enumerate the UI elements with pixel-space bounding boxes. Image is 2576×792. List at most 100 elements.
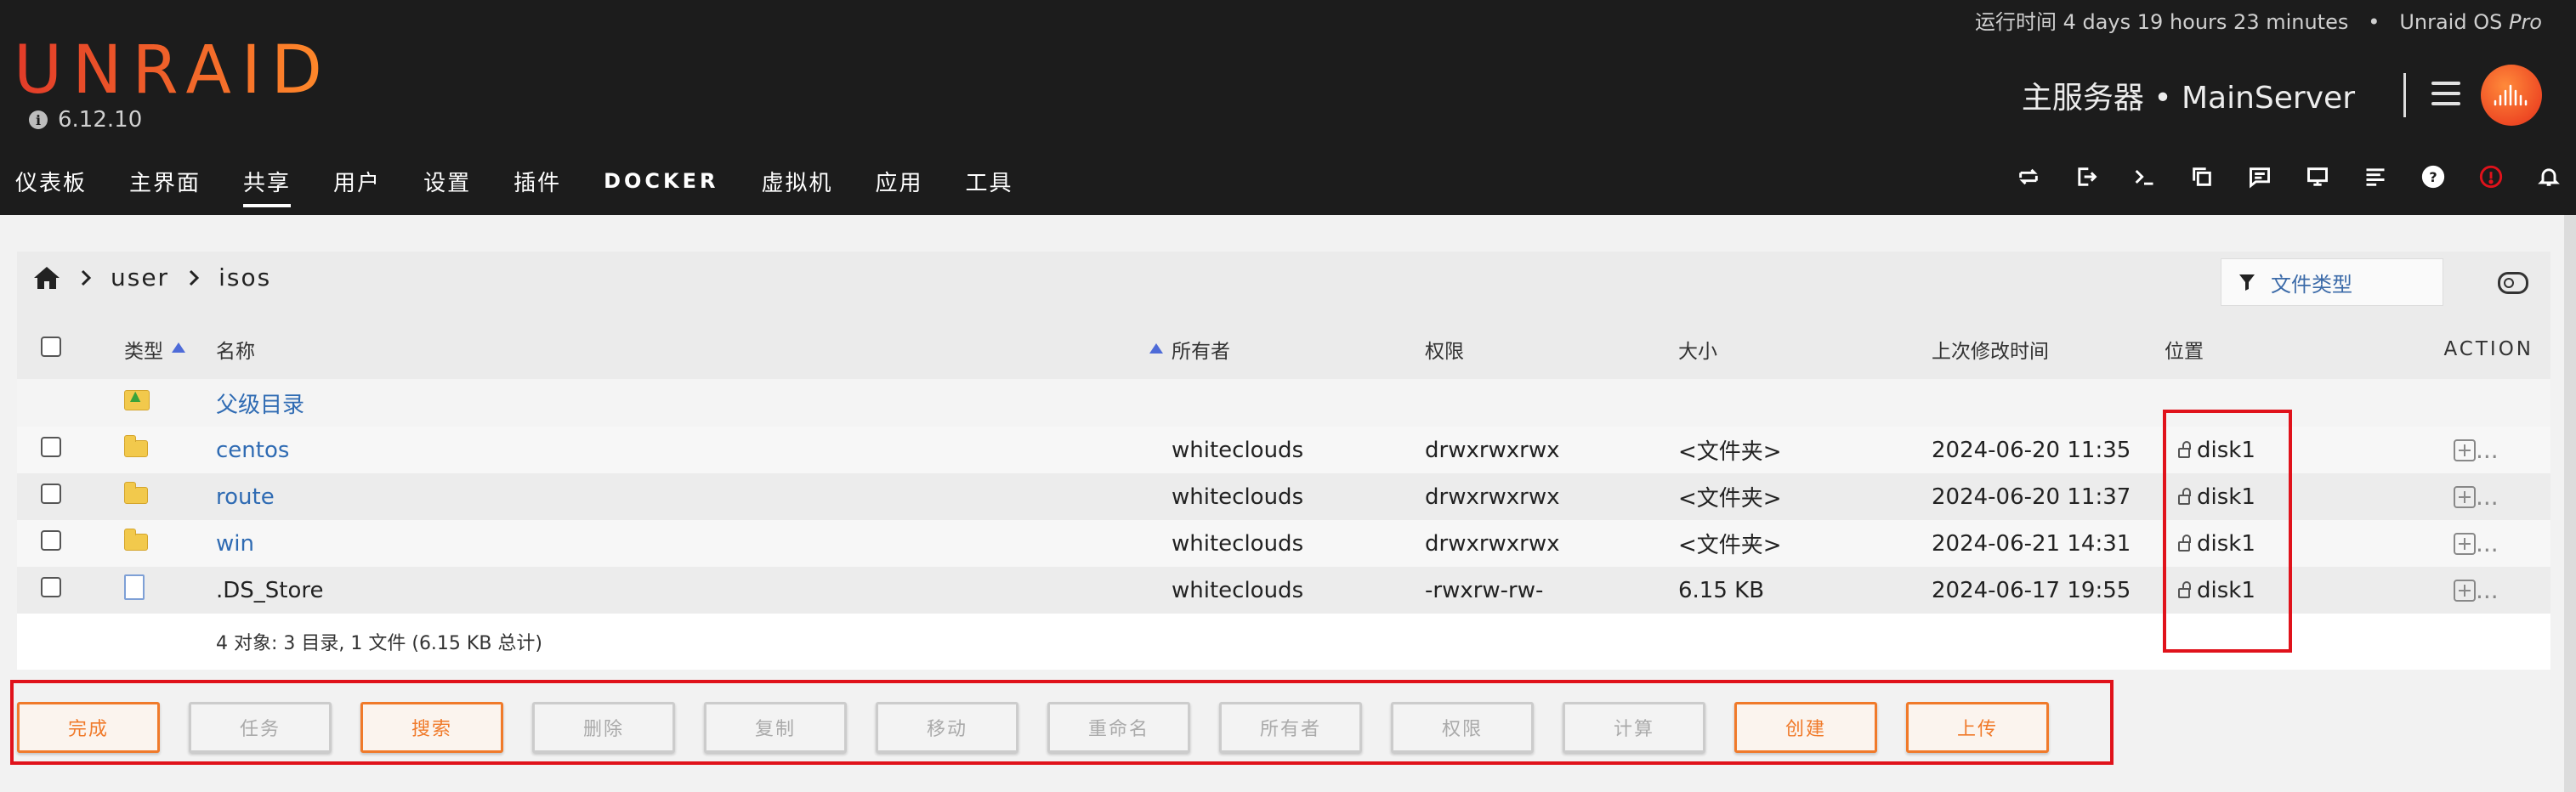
transfer-icon[interactable] (2015, 163, 2042, 190)
filter-icon (2239, 274, 2255, 291)
menu-icon[interactable] (2431, 82, 2460, 112)
parent-directory-row[interactable]: 父级目录 (17, 379, 2550, 427)
avatar[interactable] (2481, 65, 2542, 126)
table-row[interactable]: .DS_Store whiteclouds -rwxrw-rw- 6.15 KB… (17, 567, 2550, 614)
column-name[interactable]: 名称 (216, 320, 1172, 379)
column-location[interactable]: 位置 (2165, 320, 2394, 379)
column-size[interactable]: 大小 (1678, 320, 1932, 379)
terminal-icon[interactable] (2131, 163, 2158, 190)
location-cell: disk1 (2165, 427, 2394, 473)
row-action-menu[interactable]: ... (2394, 473, 2550, 520)
location-cell: disk1 (2165, 567, 2394, 614)
parent-directory-link[interactable]: 父级目录 (216, 379, 1172, 427)
modified-cell: 2024-06-17 19:55 (1932, 567, 2165, 614)
table-row[interactable]: route whiteclouds drwxrwxrwx <文件夹> 2024-… (17, 473, 2550, 520)
version-info[interactable]: i 6.12.10 (29, 107, 142, 133)
copy-icon[interactable] (2188, 163, 2216, 190)
edition-suffix: Pro (2508, 10, 2542, 34)
row-action-menu[interactable]: ... (2394, 567, 2550, 614)
folder-icon (124, 528, 148, 551)
row-action-menu[interactable]: ... (2394, 520, 2550, 567)
nav-plugins[interactable]: 插件 (513, 166, 561, 202)
select-all-checkbox[interactable] (41, 337, 61, 357)
move-button[interactable]: 移动 (876, 702, 1018, 753)
modified-cell: 2024-06-21 14:31 (1932, 520, 2165, 567)
monitor-icon[interactable] (2304, 163, 2331, 190)
table-row[interactable]: win whiteclouds drwxrwxrwx <文件夹> 2024-06… (17, 520, 2550, 567)
location-cell: disk1 (2165, 520, 2394, 567)
column-permissions[interactable]: 权限 (1425, 320, 1678, 379)
plus-square-icon (2454, 533, 2476, 555)
action-button-row: 完成 任务 搜索 删除 复制 移动 重命名 所有者 权限 计算 创建 上传 (17, 702, 2049, 753)
done-button[interactable]: 完成 (17, 702, 160, 753)
plus-square-icon (2454, 439, 2476, 461)
log-icon[interactable] (2362, 163, 2389, 190)
rename-button[interactable]: 重命名 (1047, 702, 1190, 753)
edition-prefix: Unraid OS (2399, 10, 2503, 34)
nav-users[interactable]: 用户 (333, 166, 381, 202)
file-type-filter[interactable]: 文件类型 (2221, 258, 2443, 306)
bell-icon[interactable] (2535, 163, 2562, 190)
copy-button[interactable]: 复制 (704, 702, 847, 753)
nav-dashboard[interactable]: 仪表板 (15, 166, 87, 202)
unlock-icon (2178, 534, 2191, 552)
delete-button[interactable]: 删除 (532, 702, 675, 753)
summary-text: 4 对象: 3 目录, 1 文件 (6.15 KB 总计) (216, 614, 2550, 670)
search-button[interactable]: 搜索 (360, 702, 503, 753)
uptime-value: 4 days 19 hours 23 minutes (2063, 10, 2349, 34)
svg-text:?: ? (2429, 169, 2437, 185)
unlock-icon (2178, 580, 2191, 598)
unraid-logo[interactable]: UNRAID (14, 32, 332, 109)
row-action-menu[interactable]: ... (2394, 427, 2550, 473)
info-alert-icon[interactable] (2477, 163, 2505, 190)
chevron-right-icon (190, 269, 200, 286)
help-icon[interactable]: ? (2420, 163, 2447, 190)
nav-settings[interactable]: 设置 (423, 166, 471, 202)
nav-vms[interactable]: 虚拟机 (762, 166, 833, 202)
permissions-cell: drwxrwxrwx (1425, 520, 1678, 567)
feedback-icon[interactable] (2246, 163, 2273, 190)
column-owner[interactable]: 所有者 (1172, 320, 1425, 379)
permissions-cell: -rwxrw-rw- (1425, 567, 1678, 614)
row-checkbox[interactable] (41, 437, 61, 457)
file-name-link[interactable]: centos (216, 427, 1172, 473)
uptime-status: 运行时间 4 days 19 hours 23 minutes • Unraid… (1974, 10, 2542, 34)
modified-cell: 2024-06-20 11:35 (1932, 427, 2165, 473)
column-action: ACTION (2394, 320, 2550, 379)
file-name-link[interactable]: route (216, 473, 1172, 520)
owner-button[interactable]: 所有者 (1219, 702, 1362, 753)
column-type[interactable]: 类型 (124, 320, 216, 379)
owner-cell: whiteclouds (1172, 567, 1425, 614)
jobs-button[interactable]: 任务 (189, 702, 332, 753)
breadcrumb: user isos (32, 263, 271, 291)
logout-icon[interactable] (2073, 163, 2100, 190)
home-icon[interactable] (32, 265, 61, 291)
nav-docker[interactable]: DOCKER (604, 169, 718, 198)
scrollbar[interactable] (2564, 215, 2576, 792)
file-name-link[interactable]: win (216, 520, 1172, 567)
permissions-button[interactable]: 权限 (1391, 702, 1534, 753)
nav-tools[interactable]: 工具 (966, 166, 1013, 202)
create-button[interactable]: 创建 (1734, 702, 1877, 753)
info-icon: i (29, 110, 48, 129)
upload-button[interactable]: 上传 (1906, 702, 2049, 753)
breadcrumb-bar: user isos 文件类型 (17, 252, 2550, 320)
file-icon (124, 574, 145, 600)
row-checkbox[interactable] (41, 577, 61, 597)
table-row[interactable]: centos whiteclouds drwxrwxrwx <文件夹> 2024… (17, 427, 2550, 473)
file-name-link[interactable]: .DS_Store (216, 567, 1172, 614)
breadcrumb-isos[interactable]: isos (218, 263, 271, 291)
toggle-icon[interactable] (2498, 272, 2528, 294)
owner-cell: whiteclouds (1172, 473, 1425, 520)
nav-main[interactable]: 主界面 (129, 166, 201, 202)
nav-shares[interactable]: 共享 (243, 166, 292, 207)
row-checkbox[interactable] (41, 484, 61, 504)
breadcrumb-user[interactable]: user (111, 263, 169, 291)
permissions-cell: drwxrwxrwx (1425, 427, 1678, 473)
column-modified[interactable]: 上次修改时间 (1932, 320, 2165, 379)
nav-apps[interactable]: 应用 (876, 166, 923, 202)
calculate-button[interactable]: 计算 (1563, 702, 1705, 753)
unlock-icon (2178, 440, 2191, 458)
row-checkbox[interactable] (41, 530, 61, 551)
plus-square-icon (2454, 580, 2476, 602)
